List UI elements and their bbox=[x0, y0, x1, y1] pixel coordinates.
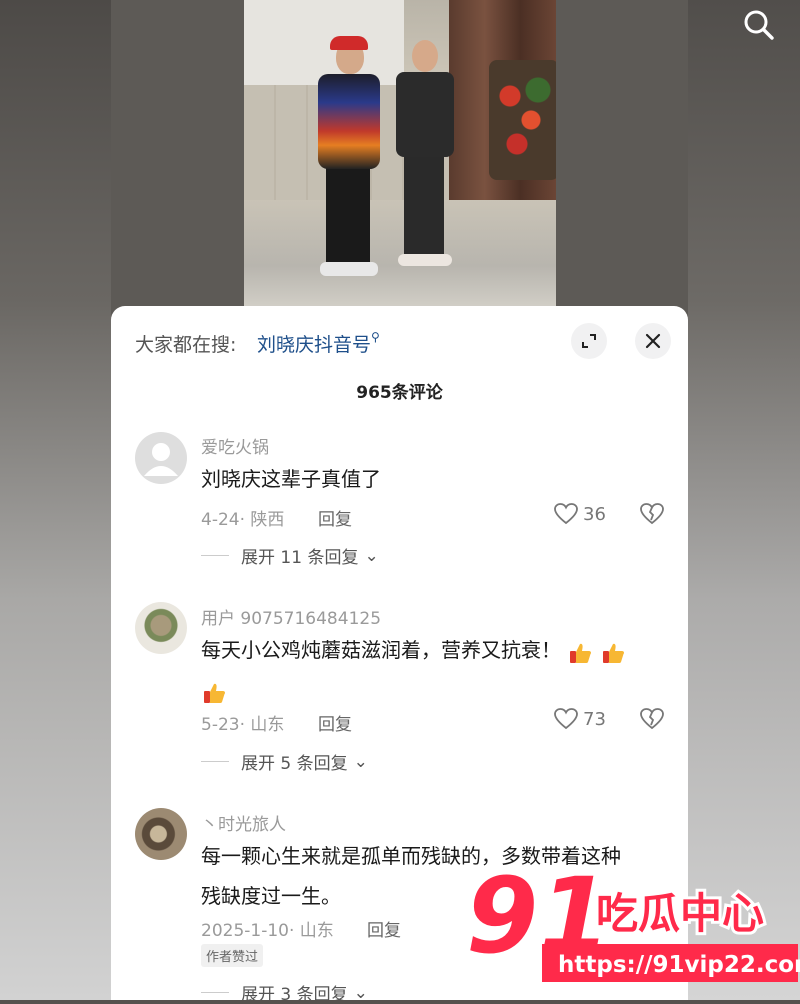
reply-button[interactable]: 回复 bbox=[318, 710, 352, 735]
username[interactable]: 用户 9075716484125 bbox=[201, 604, 381, 629]
reply-button[interactable]: 回复 bbox=[318, 505, 352, 530]
comment-meta: 5-23· 山东 bbox=[201, 715, 285, 735]
person-black-shirt bbox=[394, 40, 454, 290]
username[interactable]: 丶时光旅人 bbox=[201, 810, 286, 835]
expand-replies[interactable]: 展开 11 条回复 ⌄ bbox=[201, 543, 379, 568]
avatar[interactable] bbox=[135, 432, 187, 484]
chevron-down-icon: ⌄ bbox=[353, 751, 368, 772]
reply-button[interactable]: 回复 bbox=[367, 916, 401, 941]
flower-basket bbox=[489, 60, 556, 180]
thumbs-up-icon bbox=[600, 639, 626, 665]
left-backdrop bbox=[0, 0, 111, 1000]
avatar[interactable] bbox=[135, 602, 187, 654]
close-icon bbox=[645, 333, 661, 349]
expand-replies[interactable]: 展开 3 条回复 ⌄ bbox=[201, 980, 368, 1000]
watermark-url: https://91vip22.com bbox=[558, 952, 800, 978]
comment-count: 965条评论 bbox=[356, 383, 443, 403]
hot-search-prefix: 大家都在搜: bbox=[135, 334, 237, 356]
comment-text: 刘晓庆这辈子真值了 bbox=[201, 467, 381, 491]
heart-icon bbox=[554, 503, 578, 525]
username[interactable]: 爱吃火锅 bbox=[201, 433, 269, 458]
thumbs-up-icon bbox=[201, 679, 227, 705]
like-button[interactable]: 73 bbox=[553, 707, 606, 731]
watermark-brand-text: 吃瓜中心 bbox=[596, 889, 764, 938]
expand-panel-button[interactable] bbox=[571, 323, 607, 359]
video-player[interactable] bbox=[111, 0, 774, 320]
avatar[interactable] bbox=[135, 808, 187, 860]
comment-meta: 2025-1-10· 山东 bbox=[201, 921, 334, 941]
chevron-down-icon: ⌄ bbox=[364, 545, 379, 566]
watermark-logo: 91 吃瓜中心 https://91vip22.com bbox=[462, 850, 800, 1000]
magnifier-icon: ⚲ bbox=[371, 330, 380, 344]
comment-meta: 4-24· 陕西 bbox=[201, 510, 285, 530]
hot-search-term[interactable]: 刘晓庆抖音号⚲ bbox=[257, 330, 380, 357]
dislike-button[interactable] bbox=[639, 707, 665, 735]
expand-icon bbox=[582, 334, 596, 348]
thumbs-up-icon bbox=[567, 639, 593, 665]
video-frame bbox=[244, 0, 556, 310]
broken-heart-icon bbox=[640, 503, 664, 525]
author-liked-badge: 作者赞过 bbox=[201, 944, 264, 967]
broken-heart-icon bbox=[640, 708, 664, 730]
expand-replies[interactable]: 展开 5 条回复 ⌄ bbox=[201, 749, 368, 774]
dislike-button[interactable] bbox=[639, 502, 665, 530]
like-count: 73 bbox=[583, 708, 606, 730]
close-button[interactable] bbox=[635, 323, 671, 359]
like-button[interactable]: 36 bbox=[553, 502, 606, 526]
search-icon[interactable] bbox=[739, 6, 779, 42]
heart-icon bbox=[554, 708, 578, 730]
person-red-cap bbox=[314, 36, 384, 290]
like-count: 36 bbox=[583, 503, 606, 525]
chevron-down-icon: ⌄ bbox=[353, 982, 368, 1001]
comment-text: 每天小公鸡炖蘑菇滋润着，营养又抗衰！ bbox=[201, 630, 648, 710]
